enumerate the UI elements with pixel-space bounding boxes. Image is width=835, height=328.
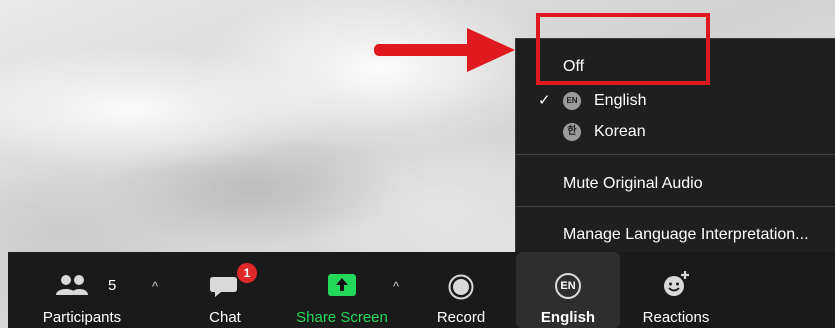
record-button[interactable]: Record — [428, 252, 494, 328]
check-icon: ✓ — [538, 92, 551, 109]
share-screen-options-caret[interactable]: ^ — [393, 279, 399, 294]
participants-icon — [56, 275, 88, 295]
chat-button[interactable]: 1 Chat — [198, 252, 257, 328]
reactions-icon — [664, 271, 689, 296]
chat-label: Chat — [209, 309, 241, 326]
participants-options-caret[interactable]: ^ — [152, 279, 158, 294]
share-screen-button[interactable]: Share Screen — [292, 252, 392, 328]
menu-item-mute-label: Mute Original Audio — [563, 175, 703, 192]
annotation-arrow — [374, 28, 515, 72]
language-label: English — [540, 309, 596, 326]
share-screen-icon — [328, 274, 356, 296]
annotation-highlight-box — [536, 13, 710, 85]
language-interpretation-button[interactable]: EN English — [516, 252, 620, 328]
participants-label: Participants — [42, 309, 122, 326]
reactions-button[interactable]: Reactions — [636, 252, 716, 328]
menu-item-english-label: English — [594, 92, 647, 109]
chat-unread-badge: 1 — [237, 263, 257, 283]
share-screen-label: Share Screen — [296, 309, 388, 326]
menu-item-mute-original-audio[interactable]: Mute Original Audio — [516, 171, 835, 197]
menu-item-manage-interpretation[interactable]: Manage Language Interpretation... — [516, 222, 835, 248]
meeting-toolbar: 5 Participants ^ 1 Chat Share Screen ^ R… — [8, 252, 835, 328]
participant-count: 5 — [108, 277, 117, 294]
record-icon — [448, 274, 474, 300]
reactions-label: Reactions — [642, 309, 710, 326]
language-icon: EN — [555, 273, 581, 299]
en-language-icon: EN — [563, 92, 581, 110]
menu-divider — [516, 154, 835, 155]
chat-icon — [210, 277, 237, 297]
menu-item-english[interactable]: ✓ EN English — [516, 88, 835, 114]
menu-item-manage-label: Manage Language Interpretation... — [563, 226, 809, 243]
menu-item-korean[interactable]: 한 Korean — [516, 119, 835, 145]
menu-divider — [516, 206, 835, 207]
participants-button[interactable]: 5 Participants — [30, 252, 134, 328]
meeting-window: Off ✓ EN English 한 Korean Mute Original … — [0, 0, 835, 328]
korean-language-icon: 한 — [563, 123, 581, 141]
menu-item-korean-label: Korean — [594, 123, 646, 140]
record-label: Record — [436, 309, 486, 326]
